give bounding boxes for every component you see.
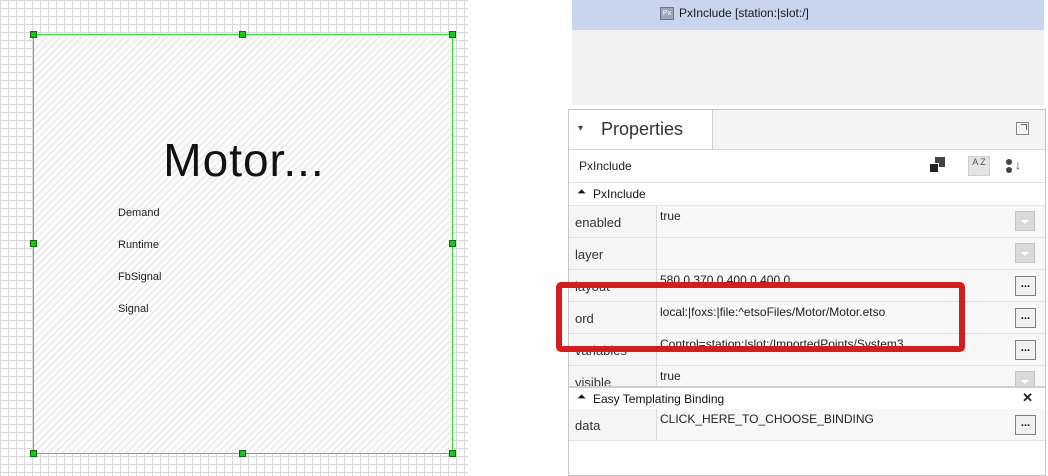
resize-handle-bottom-left[interactable] bbox=[30, 450, 37, 457]
properties-header: ▾ Properties bbox=[569, 110, 1045, 150]
resize-handle-top-right[interactable] bbox=[449, 31, 456, 38]
motor-title: Motor... bbox=[163, 134, 325, 186]
object-type-label: PxInclude bbox=[579, 159, 632, 173]
property-name: layer bbox=[575, 247, 604, 262]
properties-toolbar: PxInclude A Z ↓ bbox=[569, 150, 1045, 183]
signal-label-fbsignal: FbSignal bbox=[118, 271, 162, 283]
dropdown-button[interactable] bbox=[1015, 243, 1035, 263]
resize-handle-top-left[interactable] bbox=[30, 31, 37, 38]
resize-handle-right[interactable] bbox=[449, 240, 456, 247]
tab-properties[interactable]: ▾ Properties bbox=[569, 110, 713, 149]
section-pxinclude[interactable]: ⏶ PxInclude bbox=[569, 183, 1045, 206]
px-include-frame[interactable]: Motor... Demand Runtime FbSignal Signal bbox=[33, 34, 453, 454]
annotation-highlight-box bbox=[556, 282, 965, 352]
nav-item-label: PxInclude [station:|slot:/] bbox=[679, 6, 809, 20]
add-slot-icon[interactable] bbox=[927, 156, 949, 176]
ellipsis-button[interactable]: ... bbox=[1015, 308, 1036, 328]
collapse-arrow-icon[interactable]: ⏶ bbox=[577, 186, 586, 199]
reorder-icon[interactable]: ↓ bbox=[1003, 156, 1025, 176]
property-row-data: data CLICK_HERE_TO_CHOOSE_BINDING ... bbox=[569, 409, 1045, 441]
sort-alphabetical-icon[interactable]: A Z bbox=[968, 156, 990, 176]
collapse-arrow-icon[interactable]: ⏶ bbox=[577, 391, 586, 404]
maximize-icon[interactable] bbox=[1016, 122, 1029, 135]
properties-tab-title: Properties bbox=[601, 119, 684, 139]
px-file-icon: Px bbox=[660, 7, 674, 20]
chevron-down-icon[interactable]: ▾ bbox=[578, 123, 583, 134]
property-row-enabled: enabled true bbox=[569, 206, 1045, 238]
section-easy-templating-binding[interactable]: ⏶ Easy Templating Binding ✕ bbox=[569, 386, 1045, 411]
property-value[interactable]: CLICK_HERE_TO_CHOOSE_BINDING bbox=[660, 412, 874, 426]
property-name: enabled bbox=[575, 215, 622, 230]
ellipsis-button[interactable]: ... bbox=[1015, 276, 1036, 296]
px-editor-canvas[interactable]: Motor... Demand Runtime FbSignal Signal bbox=[0, 0, 468, 476]
signal-label-runtime: Runtime bbox=[118, 239, 159, 251]
section-label: Easy Templating Binding bbox=[593, 392, 725, 406]
property-value[interactable]: true bbox=[660, 369, 681, 383]
resize-handle-top[interactable] bbox=[239, 31, 246, 38]
property-row-layer: layer bbox=[569, 238, 1045, 270]
close-icon[interactable]: ✕ bbox=[1022, 390, 1033, 406]
signal-label-demand: Demand bbox=[118, 207, 160, 219]
nav-tree-selected-item[interactable]: Px PxInclude [station:|slot:/] bbox=[572, 0, 1044, 30]
dropdown-button[interactable] bbox=[1015, 211, 1035, 231]
resize-handle-left[interactable] bbox=[30, 240, 37, 247]
property-name: data bbox=[575, 418, 601, 433]
resize-handle-bottom[interactable] bbox=[239, 450, 246, 457]
ellipsis-button[interactable]: ... bbox=[1015, 340, 1036, 360]
signal-label-signal: Signal bbox=[118, 303, 149, 315]
resize-handle-bottom-right[interactable] bbox=[449, 450, 456, 457]
section-label: PxInclude bbox=[593, 187, 646, 201]
property-value[interactable]: true bbox=[660, 209, 681, 223]
canvas-gap bbox=[468, 0, 568, 476]
nav-tree-panel: Px PxInclude [station:|slot:/] bbox=[572, 0, 1044, 105]
ellipsis-button[interactable]: ... bbox=[1015, 415, 1036, 435]
